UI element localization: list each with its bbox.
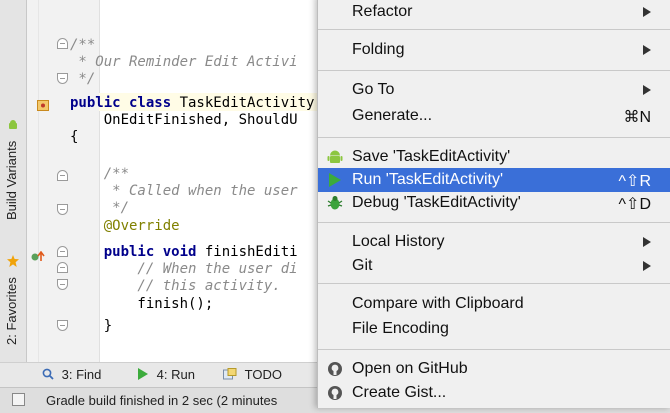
menu-item-label: Compare with Clipboard — [352, 295, 524, 312]
code-line[interactable]: public void finishEditi — [70, 244, 298, 261]
tool-windows-icon[interactable] — [12, 393, 25, 406]
code-token: finishEditi — [204, 244, 298, 260]
code-line[interactable]: finish(); — [70, 296, 213, 313]
code-token: */ — [70, 200, 130, 216]
menu-item-compare-clipboard[interactable]: Compare with Clipboard — [318, 292, 670, 316]
find-icon — [42, 368, 54, 380]
code-line[interactable]: * Called when the user — [70, 183, 298, 200]
code-token: // this activity. — [70, 278, 281, 294]
run-icon — [137, 368, 149, 380]
menu-item-label: File Encoding — [352, 320, 449, 337]
android-icon — [327, 149, 343, 165]
github-icon — [327, 385, 343, 401]
code-token: @Override — [70, 218, 180, 234]
code-token: // When the user di — [70, 261, 298, 277]
run-icon — [327, 172, 343, 188]
menu-item-debug[interactable]: Debug 'TaskEditActivity' ^⇧D — [318, 191, 670, 215]
code-token: OnEditFinished, ShouldU — [70, 112, 298, 128]
menu-separator — [318, 222, 670, 223]
submenu-arrow-icon — [643, 237, 651, 247]
submenu-arrow-icon — [643, 85, 651, 95]
todo-tool-label: TODO — [244, 367, 282, 382]
menu-item-folding[interactable]: Folding — [318, 38, 670, 62]
menu-shortcut: ⌘N — [623, 109, 651, 126]
status-message: Gradle build finished in 2 sec (2 minute… — [46, 393, 278, 408]
menu-item-local-history[interactable]: Local History — [318, 230, 670, 254]
code-line[interactable]: { — [70, 129, 78, 146]
code-token: */ — [70, 71, 96, 87]
code-token: * Our Reminder Edit Activi — [70, 54, 298, 70]
code-token: /** — [70, 37, 96, 53]
menu-item-label: Run 'TaskEditActivity' — [352, 171, 504, 188]
code-token: /** — [70, 166, 130, 182]
menu-item-goto[interactable]: Go To — [318, 78, 670, 102]
menu-item-file-encoding[interactable]: File Encoding — [318, 317, 670, 341]
menu-item-generate[interactable]: Generate... ⌘N — [318, 104, 670, 128]
code-token: } — [70, 318, 113, 334]
menu-separator — [318, 137, 670, 138]
menu-separator — [318, 70, 670, 71]
menu-item-label: Open on GitHub — [352, 360, 468, 377]
menu-item-label: Refactor — [352, 3, 413, 20]
submenu-arrow-icon — [643, 45, 651, 55]
code-line[interactable]: */ — [70, 71, 95, 88]
code-line[interactable]: */ — [70, 200, 129, 217]
code-token: TaskEditActivity — [179, 95, 315, 111]
find-tool-label: 3: Find — [61, 367, 102, 382]
code-line[interactable]: /** — [70, 37, 95, 54]
menu-item-create-gist[interactable]: Create Gist... — [318, 381, 670, 405]
code-line[interactable]: public class TaskEditActivity — [70, 95, 314, 112]
todo-tool-button[interactable]: TODO — [223, 367, 282, 382]
menu-item-open-github[interactable]: Open on GitHub — [318, 357, 670, 381]
menu-shortcut: ^⇧D — [618, 196, 651, 213]
menu-item-refactor[interactable]: Refactor — [318, 0, 670, 24]
menu-item-save[interactable]: Save 'TaskEditActivity' — [318, 145, 670, 169]
menu-item-label: Create Gist... — [352, 384, 447, 401]
menu-item-run[interactable]: Run 'TaskEditActivity' ^⇧R — [318, 168, 670, 192]
code-line[interactable]: OnEditFinished, ShouldU — [70, 112, 298, 129]
github-icon — [327, 361, 343, 377]
menu-separator — [318, 283, 670, 284]
menu-item-git[interactable]: Git — [318, 254, 670, 278]
code-token: * Called when the user — [70, 183, 298, 199]
menu-item-label: Git — [352, 257, 373, 274]
debug-bug-icon — [327, 195, 343, 211]
menu-shortcut: ^⇧R — [618, 173, 651, 190]
code-line[interactable]: @Override — [70, 218, 180, 235]
submenu-arrow-icon — [643, 261, 651, 271]
menu-item-label: Debug 'TaskEditActivity' — [352, 194, 521, 211]
code-line[interactable]: } — [70, 318, 112, 335]
menu-item-label: Folding — [352, 41, 405, 58]
menu-item-label: Go To — [352, 81, 395, 98]
run-tool-label: 4: Run — [156, 367, 195, 382]
context-menu: Refactor Folding Go To Generate... ⌘N Sa… — [317, 0, 670, 408]
code-token: public void — [70, 244, 205, 260]
menu-separator — [318, 29, 670, 30]
code-line[interactable]: // this activity. — [70, 278, 281, 295]
menu-item-label: Save 'TaskEditActivity' — [352, 148, 511, 165]
code-token: public class — [70, 95, 180, 111]
run-tool-button[interactable]: 4: Run — [137, 367, 195, 382]
code-line[interactable]: /** — [70, 166, 129, 183]
code-line[interactable]: // When the user di — [70, 261, 298, 278]
menu-item-label: Generate... — [352, 107, 433, 124]
menu-separator — [318, 349, 670, 350]
code-token: finish(); — [70, 296, 214, 312]
submenu-arrow-icon — [643, 7, 651, 17]
code-line[interactable]: * Our Reminder Edit Activi — [70, 54, 298, 71]
todo-icon — [223, 368, 237, 380]
code-token: { — [70, 129, 79, 145]
menu-item-label: Local History — [352, 233, 445, 250]
find-tool-button[interactable]: 3: Find — [42, 367, 101, 382]
